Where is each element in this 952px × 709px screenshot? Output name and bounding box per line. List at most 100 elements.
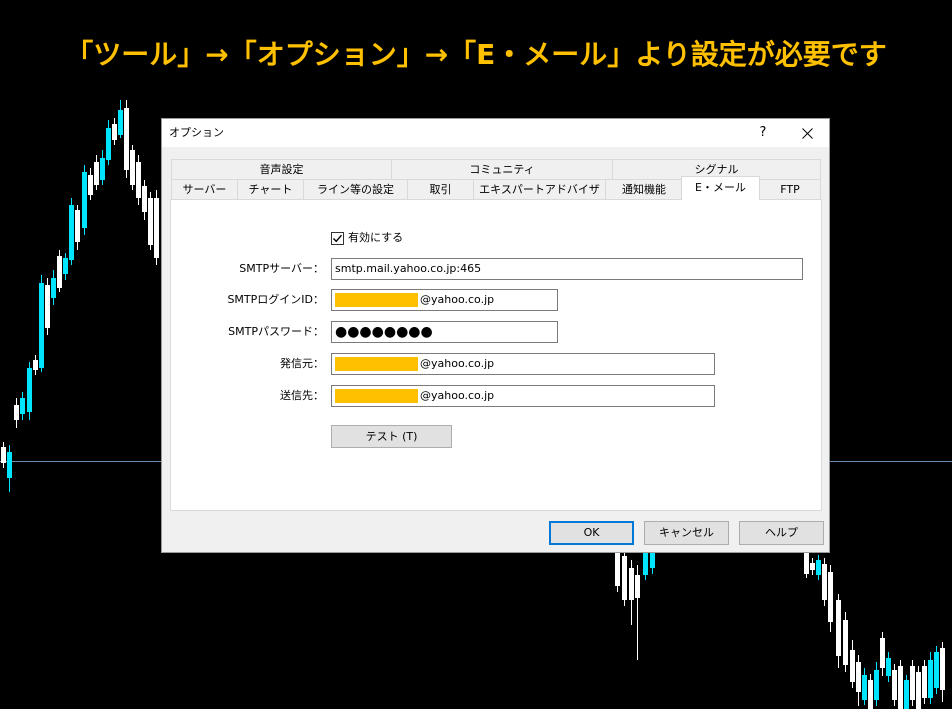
candlestick-body: [862, 675, 867, 700]
smtp-password-label: SMTPパスワード：: [228, 325, 324, 338]
candlestick: [118, 100, 123, 138]
candlestick-body: [836, 600, 841, 656]
candlestick: [57, 250, 62, 292]
candlestick-body: [910, 666, 915, 700]
candlestick-body: [886, 658, 891, 676]
cancel-button[interactable]: キャンセル: [644, 521, 729, 545]
smtp-server-input[interactable]: smtp.mail.yahoo.co.jp:465: [331, 258, 803, 280]
tab-notifications[interactable]: 通知機能: [605, 179, 683, 200]
candlestick: [106, 120, 111, 165]
candlestick-body: [88, 175, 93, 195]
ok-button[interactable]: OK: [549, 521, 634, 545]
candlestick-body: [57, 256, 62, 288]
tab-line-settings[interactable]: ライン等の設定: [303, 179, 408, 200]
candlestick-body: [928, 660, 933, 698]
tab-expert-advisors[interactable]: エキスパートアドバイザ: [473, 179, 606, 200]
tab-community[interactable]: コミュニティ: [391, 159, 613, 180]
candlestick-body: [118, 110, 123, 135]
candlestick-body: [810, 563, 815, 570]
candlestick-body: [94, 162, 99, 185]
candlestick-body: [136, 162, 141, 198]
tab-email[interactable]: E・メール: [681, 176, 760, 200]
candlestick: [136, 155, 141, 205]
candlestick-body: [635, 575, 640, 598]
candlestick-body: [1, 447, 6, 463]
candlestick: [898, 660, 903, 709]
candlestick: [63, 253, 68, 280]
test-button[interactable]: テスト (T): [331, 425, 452, 448]
candlestick: [20, 392, 25, 420]
candlestick: [39, 275, 44, 372]
to-label: 送信先：: [280, 389, 324, 402]
candlestick: [850, 640, 855, 688]
help-button[interactable]: ?: [748, 119, 778, 147]
tab-trade[interactable]: 取引: [407, 179, 474, 200]
dialog-title-bar[interactable]: オプション ?: [162, 119, 829, 147]
smtp-login-label: SMTPログインID：: [227, 293, 324, 306]
candlestick: [124, 100, 129, 178]
candlestick: [635, 565, 640, 660]
candlestick: [856, 655, 861, 706]
help-dialog-button[interactable]: ヘルプ: [739, 521, 824, 545]
close-button[interactable]: [786, 119, 829, 147]
to-input[interactable]: @yahoo.co.jp: [331, 385, 715, 407]
candlestick: [862, 668, 867, 705]
candlestick-body: [112, 124, 117, 140]
enable-email-label[interactable]: 有効にする: [348, 229, 403, 247]
candlestick: [836, 594, 841, 668]
candlestick-body: [922, 666, 927, 698]
dialog-title: オプション: [169, 126, 224, 139]
candlestick-body: [940, 648, 945, 690]
candlestick-body: [148, 198, 153, 245]
candlestick: [868, 674, 873, 709]
candlestick-body: [856, 662, 861, 692]
candlestick: [88, 168, 93, 200]
candlestick: [45, 278, 50, 335]
candlestick-body: [892, 670, 897, 700]
candlestick: [142, 180, 147, 220]
candlestick-body: [934, 652, 939, 688]
candlestick-body: [874, 670, 879, 700]
candlestick: [910, 660, 915, 706]
candlestick-body: [828, 572, 833, 622]
candlestick: [69, 198, 74, 265]
candlestick: [843, 612, 848, 672]
candlestick: [816, 555, 821, 580]
options-dialog: オプション ? 音声設定 コミュニティ シグナル サーバー チャート ライン等の…: [161, 118, 830, 553]
candlestick-body: [39, 283, 44, 368]
candlestick-body: [20, 398, 25, 414]
candlestick: [622, 548, 627, 606]
tab-ftp[interactable]: FTP: [759, 179, 821, 200]
smtp-login-input[interactable]: @yahoo.co.jp: [331, 289, 558, 311]
tab-sound-settings[interactable]: 音声設定: [171, 159, 392, 180]
candlestick: [75, 205, 80, 250]
candlestick-body: [33, 360, 38, 370]
candlestick: [82, 165, 87, 235]
candlestick-body: [868, 680, 873, 709]
tab-chart[interactable]: チャート: [237, 179, 304, 200]
candlestick: [940, 642, 945, 702]
candlestick: [874, 662, 879, 706]
candlestick-body: [45, 285, 50, 328]
enable-email-checkbox[interactable]: [331, 232, 344, 245]
candlestick-body: [100, 158, 105, 180]
candlestick: [51, 270, 56, 305]
candlestick-body: [622, 556, 627, 600]
candlestick-body: [154, 198, 159, 258]
candlestick-body: [51, 278, 56, 298]
candlestick: [810, 558, 815, 575]
candlestick: [1, 442, 6, 468]
candlestick-body: [7, 452, 12, 478]
candlestick: [822, 558, 827, 606]
candlestick-body: [130, 150, 135, 185]
candlestick: [922, 660, 927, 704]
candlestick-body: [63, 258, 68, 274]
to-value: @yahoo.co.jp: [420, 389, 495, 402]
smtp-password-input[interactable]: ●●●●●●●●: [331, 321, 558, 343]
tab-server[interactable]: サーバー: [171, 179, 238, 200]
candlestick: [7, 445, 12, 492]
close-icon: [802, 127, 813, 139]
from-input[interactable]: @yahoo.co.jp: [331, 353, 715, 375]
smtp-login-value: @yahoo.co.jp: [420, 293, 495, 306]
candlestick-body: [14, 405, 19, 420]
